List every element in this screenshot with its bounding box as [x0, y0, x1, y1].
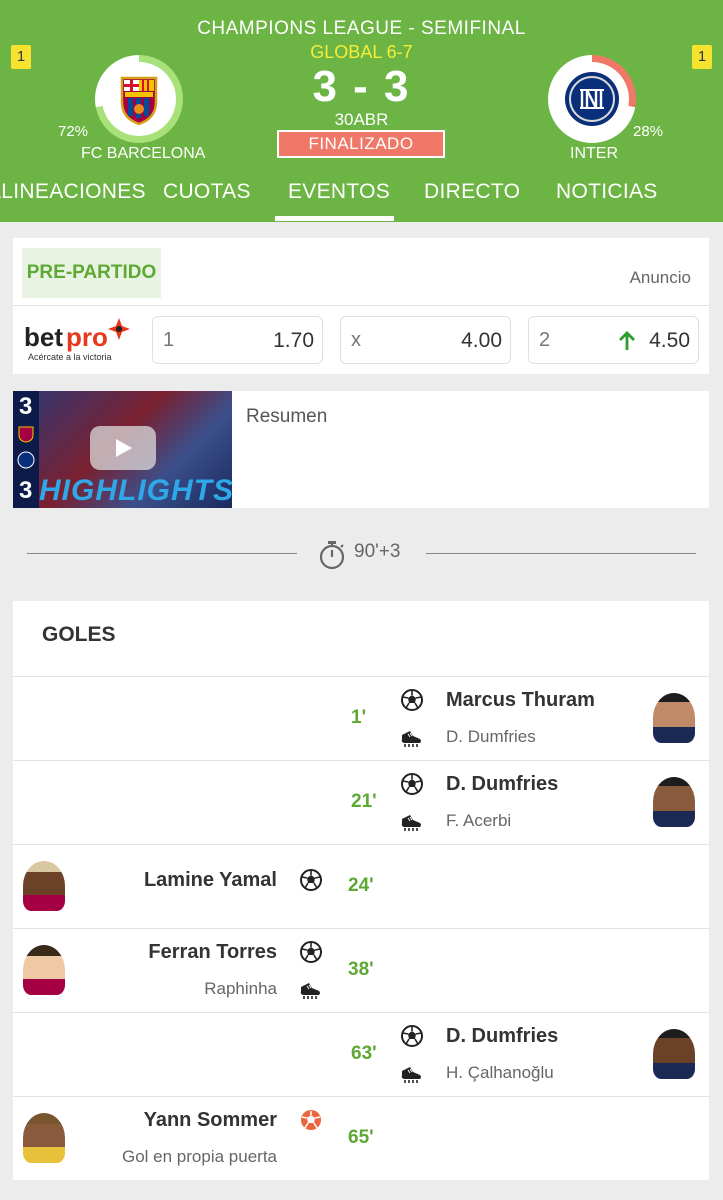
assist-name: Gol en propia puerta — [122, 1147, 277, 1166]
away-win-pct: 28% — [633, 123, 664, 140]
tab-cuotas[interactable]: CUOTAS — [163, 180, 251, 204]
player-avatar[interactable] — [653, 693, 695, 743]
goal-icon — [300, 869, 322, 891]
goal-row[interactable]: 38' Ferran Torres Raphinha — [13, 928, 709, 1012]
tab-noticias[interactable]: NOTICIAS — [556, 180, 658, 204]
inter-mini-icon — [17, 451, 35, 469]
odds-away[interactable]: 2 4.50 — [528, 316, 699, 364]
home-team-name[interactable]: FC BARCELONA — [81, 145, 205, 163]
odds-value: 4.50 — [649, 329, 690, 352]
goal-minute: 65' — [348, 1127, 374, 1148]
assist-name: D. Dumfries — [446, 727, 536, 746]
divider — [13, 305, 709, 306]
aggregate-score: GLOBAL 6-7 — [310, 42, 413, 62]
odds-value: 4.00 — [461, 329, 502, 352]
player-avatar[interactable] — [23, 861, 65, 911]
goal-row[interactable]: 63' D. Dumfries H. Çalhanoğlu — [13, 1012, 709, 1096]
goal-minute: 63' — [351, 1043, 377, 1064]
tab-eventos[interactable]: EVENTOS — [288, 180, 390, 204]
barcelona-mini-icon — [18, 426, 34, 443]
odds-value: 1.70 — [273, 329, 314, 352]
goal-minute: 21' — [351, 791, 377, 812]
bookmaker-tagline: Acércate a la victoria — [28, 352, 112, 362]
odds-home[interactable]: 1 1.70 — [152, 316, 323, 364]
ad-label: Anuncio — [629, 268, 691, 287]
match-header: CHAMPIONS LEAGUE - SEMIFINAL GLOBAL 6-7 … — [0, 0, 723, 222]
home-badge: 1 — [11, 45, 31, 69]
odds-label: 1 — [163, 329, 175, 351]
thumb-away-score: 3 — [19, 477, 33, 504]
assist-name: F. Acerbi — [446, 811, 512, 830]
away-team-name[interactable]: INTER — [570, 145, 618, 163]
divider — [27, 553, 297, 554]
assist-boot-icon — [400, 814, 422, 832]
goal-icon — [401, 773, 423, 795]
arrow-up-icon — [619, 331, 635, 350]
assist-boot-icon — [400, 730, 422, 748]
scorer-name[interactable]: Lamine Yamal — [144, 869, 277, 892]
divider — [426, 553, 696, 554]
barcelona-crest-icon — [120, 76, 158, 126]
goals-header — [13, 601, 709, 677]
scorer-name[interactable]: Marcus Thuram — [446, 689, 595, 712]
odds-label: 2 — [539, 329, 551, 351]
away-team-crest[interactable] — [548, 55, 636, 143]
scorer-name[interactable]: Yann Sommer — [144, 1109, 277, 1132]
highlights-title[interactable]: Resumen — [246, 406, 327, 428]
thumb-caption: HIGHLIGHTS — [39, 474, 232, 507]
goal-row[interactable]: 21' D. Dumfries F. Acerbi — [13, 760, 709, 844]
home-win-pct: 72% — [58, 123, 89, 140]
goal-row[interactable]: 24' Lamine Yamal — [13, 844, 709, 928]
time-marker: 90'+3 — [354, 541, 401, 562]
scorer-name[interactable]: Ferran Torres — [148, 941, 277, 964]
thumb-home-score: 3 — [19, 393, 33, 420]
odds-label: x — [351, 329, 361, 351]
highlights-thumbnail[interactable]: 3 3 HIGHLIGHTS — [13, 391, 232, 508]
player-avatar[interactable] — [653, 1029, 695, 1079]
scorer-name[interactable]: D. Dumfries — [446, 773, 558, 796]
scorer-name[interactable]: D. Dumfries — [446, 1025, 558, 1048]
goal-icon — [401, 1025, 423, 1047]
bookmaker-name-b: pro — [66, 322, 108, 352]
bookmaker-logo[interactable]: bet pro Acércate a la victoria — [24, 318, 144, 366]
goal-icon — [300, 941, 322, 963]
active-tab-indicator — [275, 216, 394, 221]
own-goal-icon — [300, 1109, 322, 1131]
tab-bar: ALINEACIONES CUOTAS EVENTOS DIRECTO NOTI… — [0, 172, 723, 222]
compass-icon — [108, 318, 130, 340]
competition-title: CHAMPIONS LEAGUE - SEMIFINAL — [197, 18, 526, 39]
home-team-crest[interactable] — [95, 55, 183, 143]
goal-minute: 38' — [348, 959, 374, 980]
player-avatar[interactable] — [653, 777, 695, 827]
pre-match-label[interactable]: PRE-PARTIDO — [22, 248, 161, 298]
assist-boot-icon — [400, 1066, 422, 1084]
tab-alineaciones[interactable]: ALINEACIONES — [0, 180, 146, 204]
status-badge: FINALIZADO — [277, 130, 445, 158]
stopwatch-icon — [319, 541, 345, 570]
goal-minute: 24' — [348, 875, 374, 896]
goals-title: GOLES — [42, 623, 116, 646]
goal-minute: 1' — [351, 707, 367, 728]
play-icon[interactable] — [90, 426, 156, 470]
tab-directo[interactable]: DIRECTO — [424, 180, 520, 204]
goal-row[interactable]: 1' Marcus Thuram D. Dumfries — [13, 676, 709, 760]
away-badge: 1 — [692, 45, 712, 69]
odds-draw[interactable]: x 4.00 — [340, 316, 511, 364]
assist-name: Raphinha — [204, 979, 277, 998]
assist-boot-icon — [299, 982, 321, 1000]
player-avatar[interactable] — [23, 1113, 65, 1163]
goal-icon — [401, 689, 423, 711]
goal-row[interactable]: 65' Yann Sommer Gol en propia puerta — [13, 1096, 709, 1180]
player-avatar[interactable] — [23, 945, 65, 995]
assist-name: H. Çalhanoğlu — [446, 1063, 554, 1082]
thumb-score-strip: 3 3 — [13, 391, 39, 508]
inter-crest-icon — [565, 72, 619, 126]
bookmaker-name-a: bet — [24, 322, 63, 352]
